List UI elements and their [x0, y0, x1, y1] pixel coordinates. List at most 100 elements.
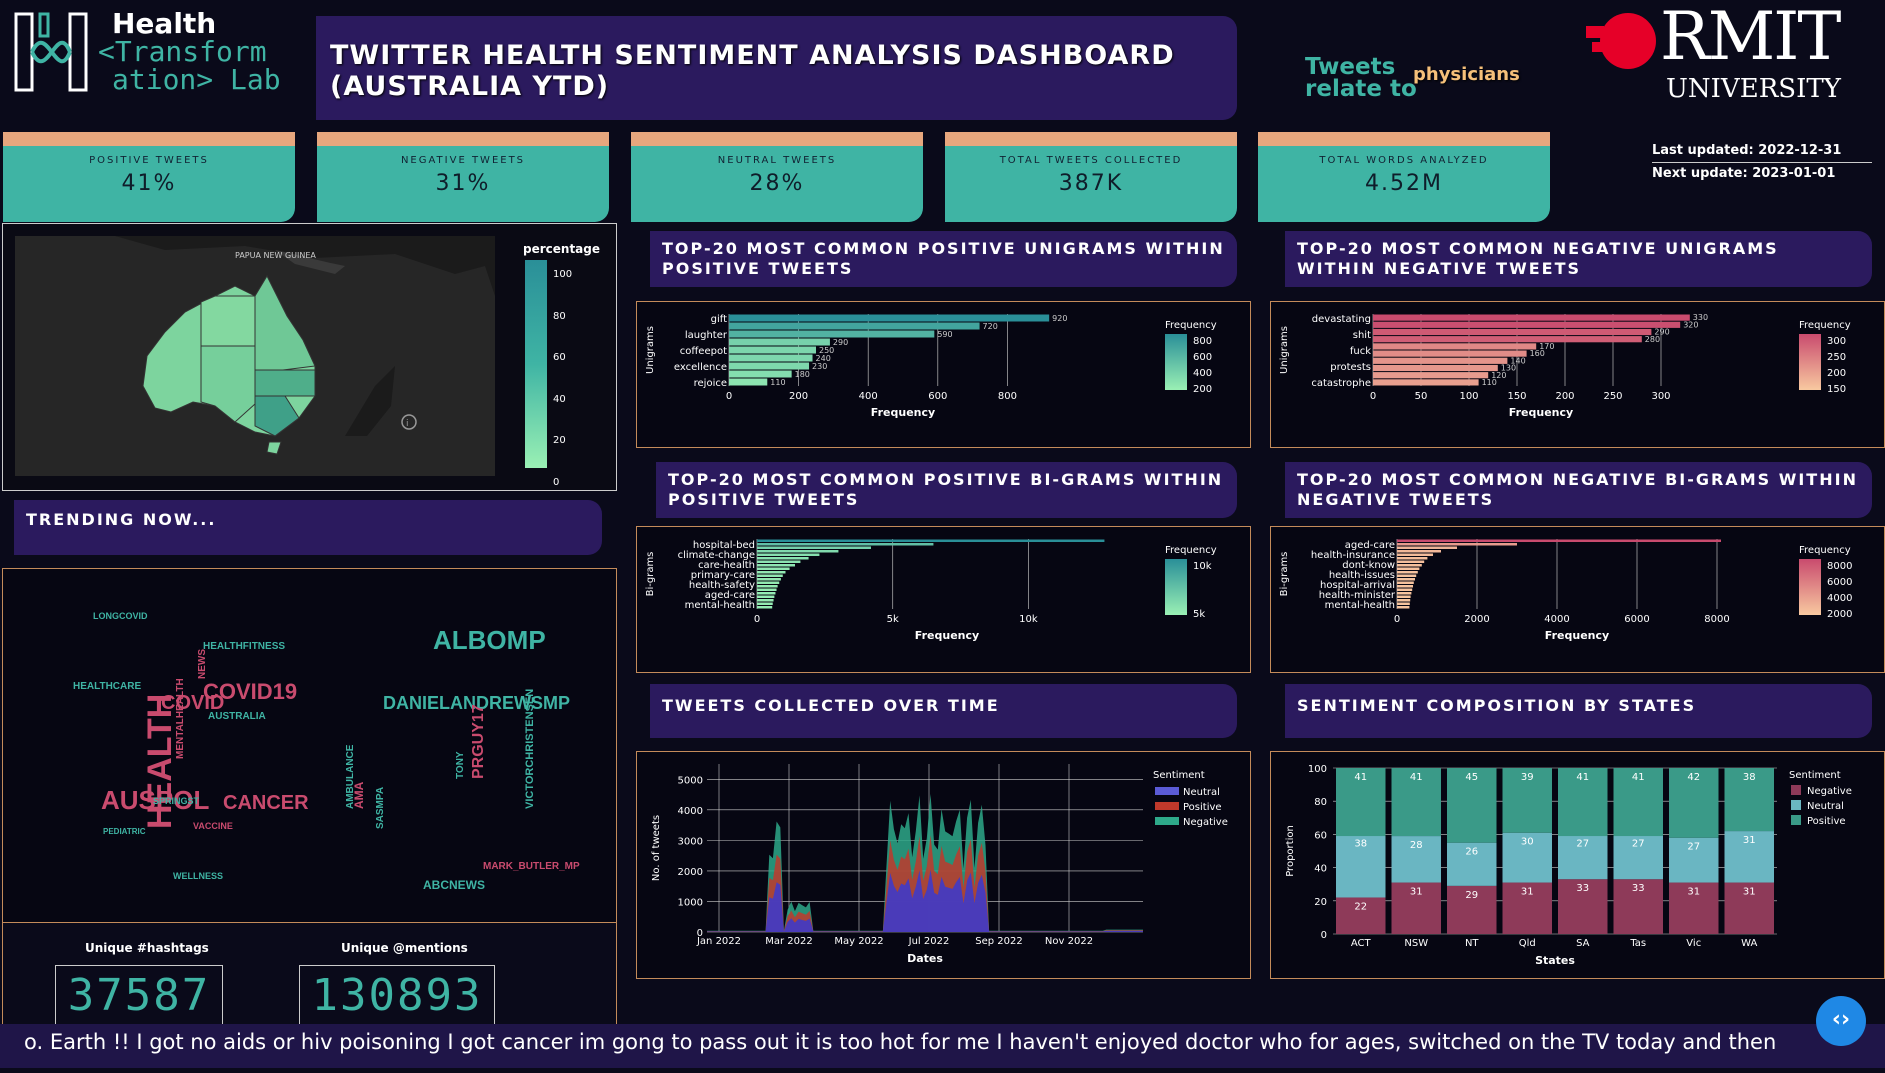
title-line2: (AUSTRALIA YTD) — [330, 71, 610, 102]
bar[interactable] — [1397, 592, 1412, 595]
bar[interactable] — [1397, 578, 1415, 581]
bar[interactable] — [1397, 599, 1411, 602]
bar[interactable] — [729, 362, 810, 370]
bar[interactable] — [1397, 595, 1411, 599]
bar[interactable] — [729, 370, 792, 378]
bar[interactable] — [1397, 581, 1414, 585]
bar[interactable] — [1397, 557, 1428, 560]
bar[interactable] — [757, 539, 1105, 543]
map-canvas[interactable]: PAPUA NEW GUINEA i — [15, 236, 495, 476]
pos-unigrams-chart[interactable]: 0 200 400 600 800 920 720 590 290 250 240 230 180 110… — [636, 301, 1251, 448]
bar[interactable] — [729, 314, 1050, 322]
mention-word: ABCNEWS — [423, 878, 485, 892]
bar[interactable] — [1397, 606, 1410, 609]
bar[interactable] — [1397, 585, 1413, 588]
bar[interactable] — [757, 550, 839, 553]
mention-word: AMBULANCE — [345, 744, 356, 809]
bar[interactable] — [757, 560, 801, 564]
bar[interactable] — [1373, 372, 1489, 379]
bar[interactable] — [1373, 350, 1527, 357]
tweets-time-chart[interactable]: 0 1000 2000 3000 4000 5000 Jan 2022 Mar 2022 May… — [636, 751, 1251, 979]
bar[interactable] — [1373, 321, 1681, 328]
hashtag-word: NEWS — [197, 649, 208, 679]
bar[interactable] — [729, 354, 813, 362]
bar[interactable] — [1373, 328, 1652, 336]
legend-label: Negative — [1183, 817, 1228, 828]
counters-panel: Unique #hashtags 37587 Unique @mentions … — [2, 923, 617, 1033]
neg-bigrams-chart[interactable]: 0 2000 4000 6000 8000 aged-care health-insuran… — [1270, 526, 1885, 673]
bar[interactable] — [729, 322, 980, 330]
bar[interactable] — [729, 338, 830, 346]
bar[interactable] — [757, 574, 783, 578]
wordcloud-panel: HEALTH COVID19 COVID AUSPOL CANCER HEALTHCARE… — [2, 568, 617, 923]
rmit-pixel-icon — [1586, 13, 1656, 69]
bar[interactable] — [1373, 336, 1642, 343]
bar[interactable] — [729, 330, 935, 338]
states-svg: 0 20 40 60 80 100 22 38 41 ACT 31 28 41 NSW 29 26 45 NT 31… — [1285, 764, 1852, 967]
bar-value-label: 720 — [983, 322, 998, 331]
bar[interactable] — [757, 564, 795, 567]
bar[interactable] — [1397, 571, 1418, 574]
bar[interactable] — [1373, 357, 1508, 364]
bar[interactable] — [757, 595, 775, 599]
bar[interactable] — [1397, 546, 1457, 550]
hashtag-word: SPRINGST — [153, 796, 200, 806]
rmit-name: RMIT — [1660, 0, 1841, 75]
neg-unigrams-chart[interactable]: 0 50 100 150 200 250 300 330 320 290 280 170 160 140 1… — [1270, 301, 1885, 448]
logo-line1: Health — [112, 7, 217, 40]
bar[interactable] — [1373, 379, 1479, 386]
bar[interactable] — [1397, 602, 1410, 606]
x-tick-label: 100 — [1459, 391, 1478, 402]
bar-value-label: 280 — [1645, 335, 1660, 344]
bar[interactable] — [1397, 567, 1420, 571]
code-toggle-icon[interactable]: ‹› — [1816, 996, 1866, 1046]
y-tick-label: 20 — [1314, 897, 1327, 908]
bar[interactable] — [757, 581, 780, 585]
bar[interactable] — [1397, 564, 1422, 567]
bar[interactable] — [757, 543, 934, 546]
kpi-value: 41% — [121, 171, 177, 196]
bar[interactable] — [757, 606, 773, 609]
legend-title: Sentiment — [1789, 770, 1841, 781]
bar[interactable] — [729, 346, 816, 354]
bar[interactable] — [1397, 560, 1425, 564]
bar[interactable] — [1397, 550, 1441, 553]
bar[interactable] — [1397, 539, 1721, 543]
pos-unigrams-svg: 0 200 400 600 800920720590290250240230180110… — [645, 314, 1217, 419]
mention-word: ALBOMP — [433, 625, 546, 655]
legend-swatch — [1791, 785, 1801, 795]
bar[interactable] — [757, 553, 820, 557]
bar[interactable] — [1397, 574, 1417, 578]
bar-value-label: 180 — [795, 370, 810, 379]
bar[interactable] — [757, 557, 809, 560]
bar[interactable] — [757, 571, 786, 574]
y-tick-label: fuck — [1350, 346, 1371, 357]
australia-map[interactable]: PAPUA NEW GUINEA i — [15, 236, 495, 476]
x-tick-label: 400 — [859, 391, 878, 402]
y-tick-label: 0 — [1321, 930, 1327, 941]
pos-bigrams-chart[interactable]: 0 5k 10k hospital-bed climate-change care-hea… — [636, 526, 1251, 673]
bar[interactable] — [757, 546, 871, 550]
bar[interactable] — [1397, 553, 1433, 557]
map-info-icon[interactable] — [401, 414, 417, 430]
bar[interactable] — [757, 585, 778, 588]
bar[interactable] — [1397, 588, 1413, 592]
bar[interactable] — [757, 567, 790, 571]
svg-text:i: i — [406, 419, 409, 429]
bar[interactable] — [757, 578, 781, 581]
segment-value-label: 31 — [1743, 887, 1756, 898]
bar[interactable] — [1397, 543, 1517, 546]
states-chart[interactable]: 0 20 40 60 80 100 22 38 41 ACT 31 28 41 NSW 29 26 45 NT 31… — [1270, 751, 1885, 979]
bar[interactable] — [1373, 314, 1690, 321]
bar[interactable] — [757, 588, 777, 592]
mentions-label: Unique @mentions — [341, 941, 468, 955]
legend-tick: 150 — [1827, 384, 1846, 395]
bar[interactable] — [757, 599, 774, 602]
bar[interactable] — [757, 592, 776, 595]
bar[interactable] — [1373, 343, 1537, 350]
bar[interactable] — [757, 602, 773, 606]
topic-value[interactable]: physicians — [1413, 64, 1520, 85]
bar[interactable] — [1373, 364, 1498, 372]
bar[interactable] — [729, 378, 768, 386]
x-tick-label: 0 — [726, 391, 732, 402]
